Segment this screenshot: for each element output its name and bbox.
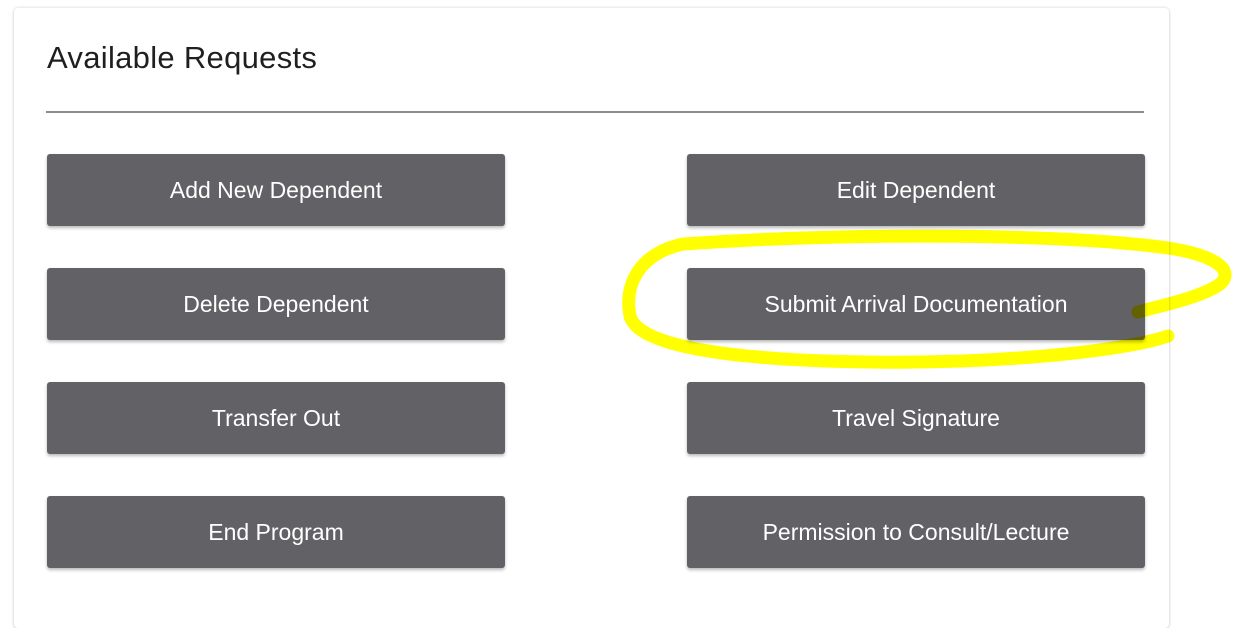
edit-dependent-button[interactable]: Edit Dependent — [687, 154, 1145, 226]
end-program-button[interactable]: End Program — [47, 496, 505, 568]
panel-title: Available Requests — [47, 40, 318, 75]
travel-signature-button[interactable]: Travel Signature — [687, 382, 1145, 454]
delete-dependent-button[interactable]: Delete Dependent — [47, 268, 505, 340]
title-divider — [46, 111, 1144, 113]
transfer-out-button[interactable]: Transfer Out — [47, 382, 505, 454]
submit-arrival-documentation-button[interactable]: Submit Arrival Documentation — [687, 268, 1145, 340]
permission-to-consult-lecture-button[interactable]: Permission to Consult/Lecture — [687, 496, 1145, 568]
add-new-dependent-button[interactable]: Add New Dependent — [47, 154, 505, 226]
